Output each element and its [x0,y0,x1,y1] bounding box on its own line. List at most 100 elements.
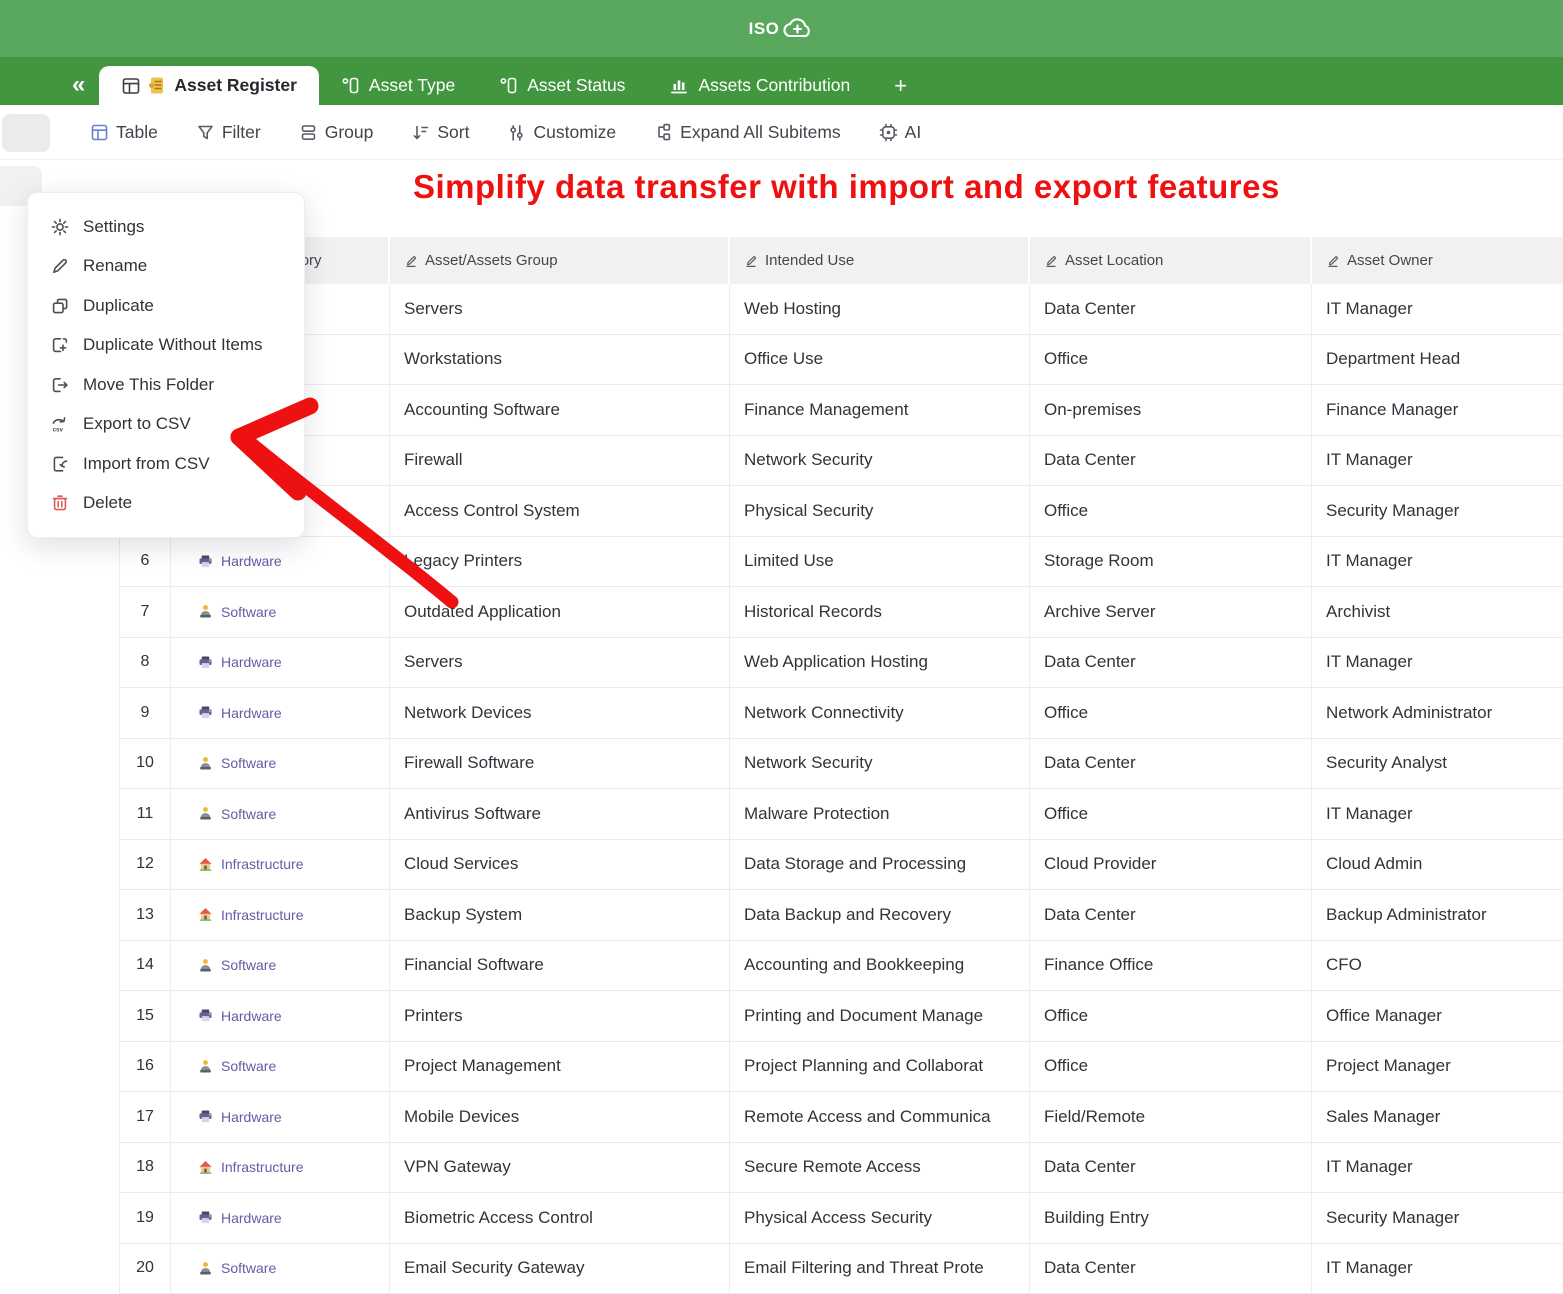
tab-asset-register[interactable]: Asset Register [99,66,319,105]
asset-owner-cell[interactable]: Sales Manager [1312,1092,1563,1142]
asset-location-cell[interactable]: Office [1030,335,1312,385]
asset-group-cell[interactable]: Printers [390,991,730,1041]
asset-location-cell[interactable]: Archive Server [1030,587,1312,637]
row-number-cell[interactable]: 12 [119,840,171,890]
tab-asset-status[interactable]: Asset Status [477,66,647,105]
intended-use-cell[interactable]: Physical Access Security [730,1193,1030,1243]
category-cell[interactable]: Software [171,739,390,789]
asset-owner-cell[interactable]: Finance Manager [1312,385,1563,435]
asset-group-cell[interactable]: Financial Software [390,941,730,991]
intended-use-cell[interactable]: Network Connectivity [730,688,1030,738]
asset-group-cell[interactable]: VPN Gateway [390,1143,730,1193]
asset-group-cell[interactable]: Network Devices [390,688,730,738]
toolbar-group-button[interactable]: Group [299,122,374,143]
menu-item-move-this-folder[interactable]: Move This Folder [28,365,304,405]
asset-location-cell[interactable]: Office [1030,789,1312,839]
asset-group-cell[interactable]: Cloud Services [390,840,730,890]
asset-group-cell[interactable]: Biometric Access Control [390,1193,730,1243]
intended-use-cell[interactable]: Network Security [730,436,1030,486]
row-number-cell[interactable]: 14 [119,941,171,991]
intended-use-cell[interactable]: Data Storage and Processing [730,840,1030,890]
intended-use-cell[interactable]: Historical Records [730,587,1030,637]
asset-owner-cell[interactable]: Network Administrator [1312,688,1563,738]
category-cell[interactable]: Infrastructure [171,1143,390,1193]
toolbar-filter-button[interactable]: Filter [196,122,261,143]
asset-owner-cell[interactable]: IT Manager [1312,789,1563,839]
category-cell[interactable]: Software [171,587,390,637]
menu-item-delete[interactable]: Delete [28,484,304,524]
asset-location-cell[interactable]: Office [1030,486,1312,536]
asset-owner-cell[interactable]: IT Manager [1312,537,1563,587]
asset-location-cell[interactable]: Data Center [1030,890,1312,940]
asset-owner-cell[interactable]: Security Manager [1312,486,1563,536]
tab-assets-contribution[interactable]: Assets Contribution [647,66,872,105]
category-cell[interactable]: Software [171,941,390,991]
asset-location-cell[interactable]: Data Center [1030,284,1312,334]
row-number-cell[interactable]: 19 [119,1193,171,1243]
asset-group-cell[interactable]: Workstations [390,335,730,385]
category-cell[interactable]: Software [171,789,390,839]
asset-owner-cell[interactable]: Project Manager [1312,1042,1563,1092]
menu-item-export-to-csv[interactable]: csvExport to CSV [28,405,304,445]
category-cell[interactable]: Infrastructure [171,890,390,940]
asset-group-cell[interactable]: Access Control System [390,486,730,536]
category-cell[interactable]: Hardware [171,991,390,1041]
asset-location-cell[interactable]: On-premises [1030,385,1312,435]
collapse-sidebar-chevron-icon[interactable]: « [72,73,85,97]
asset-owner-cell[interactable]: Backup Administrator [1312,890,1563,940]
row-number-cell[interactable]: 20 [119,1244,171,1294]
intended-use-cell[interactable]: Data Backup and Recovery [730,890,1030,940]
collapsed-sidebar-stub[interactable] [2,114,50,152]
asset-owner-cell[interactable]: Security Manager [1312,1193,1563,1243]
toolbar-expand-all-subitems-button[interactable]: Expand All Subitems [654,122,841,143]
intended-use-cell[interactable]: Network Security [730,739,1030,789]
intended-use-cell[interactable]: Email Filtering and Threat Prote [730,1244,1030,1294]
asset-owner-cell[interactable]: CFO [1312,941,1563,991]
row-number-cell[interactable]: 13 [119,890,171,940]
column-header-asset-owner[interactable]: Asset Owner [1312,237,1563,284]
asset-group-cell[interactable]: Project Management [390,1042,730,1092]
row-number-cell[interactable]: 6 [119,537,171,587]
asset-location-cell[interactable]: Cloud Provider [1030,840,1312,890]
asset-group-cell[interactable]: Servers [390,284,730,334]
row-number-cell[interactable]: 16 [119,1042,171,1092]
asset-location-cell[interactable]: Storage Room [1030,537,1312,587]
column-header-asset-assets-group[interactable]: Asset/Assets Group [390,237,730,284]
asset-group-cell[interactable]: Firewall Software [390,739,730,789]
intended-use-cell[interactable]: Finance Management [730,385,1030,435]
asset-location-cell[interactable]: Data Center [1030,638,1312,688]
row-number-cell[interactable]: 18 [119,1143,171,1193]
intended-use-cell[interactable]: Secure Remote Access [730,1143,1030,1193]
category-cell[interactable]: Hardware [171,537,390,587]
asset-owner-cell[interactable]: IT Manager [1312,1143,1563,1193]
row-number-cell[interactable]: 7 [119,587,171,637]
asset-location-cell[interactable]: Building Entry [1030,1193,1312,1243]
asset-location-cell[interactable]: Field/Remote [1030,1092,1312,1142]
asset-location-cell[interactable]: Data Center [1030,1143,1312,1193]
column-header-asset-location[interactable]: Asset Location [1030,237,1312,284]
asset-group-cell[interactable]: Accounting Software [390,385,730,435]
category-cell[interactable]: Software [171,1042,390,1092]
intended-use-cell[interactable]: Malware Protection [730,789,1030,839]
row-number-cell[interactable]: 17 [119,1092,171,1142]
intended-use-cell[interactable]: Accounting and Bookkeeping [730,941,1030,991]
tab-asset-type[interactable]: Asset Type [319,66,477,105]
toolbar-ai-button[interactable]: AI [879,122,922,143]
asset-group-cell[interactable]: Mobile Devices [390,1092,730,1142]
intended-use-cell[interactable]: Physical Security [730,486,1030,536]
intended-use-cell[interactable]: Printing and Document Manage [730,991,1030,1041]
category-cell[interactable]: Infrastructure [171,840,390,890]
intended-use-cell[interactable]: Web Hosting [730,284,1030,334]
menu-item-duplicate[interactable]: Duplicate [28,286,304,326]
asset-group-cell[interactable]: Firewall [390,436,730,486]
intended-use-cell[interactable]: Web Application Hosting [730,638,1030,688]
asset-owner-cell[interactable]: Security Analyst [1312,739,1563,789]
add-view-tab[interactable]: + [872,66,929,105]
row-number-cell[interactable]: 10 [119,739,171,789]
asset-group-cell[interactable]: Servers [390,638,730,688]
category-cell[interactable]: Hardware [171,1193,390,1243]
intended-use-cell[interactable]: Project Planning and Collaborat [730,1042,1030,1092]
asset-owner-cell[interactable]: IT Manager [1312,436,1563,486]
asset-location-cell[interactable]: Data Center [1030,739,1312,789]
asset-location-cell[interactable]: Finance Office [1030,941,1312,991]
